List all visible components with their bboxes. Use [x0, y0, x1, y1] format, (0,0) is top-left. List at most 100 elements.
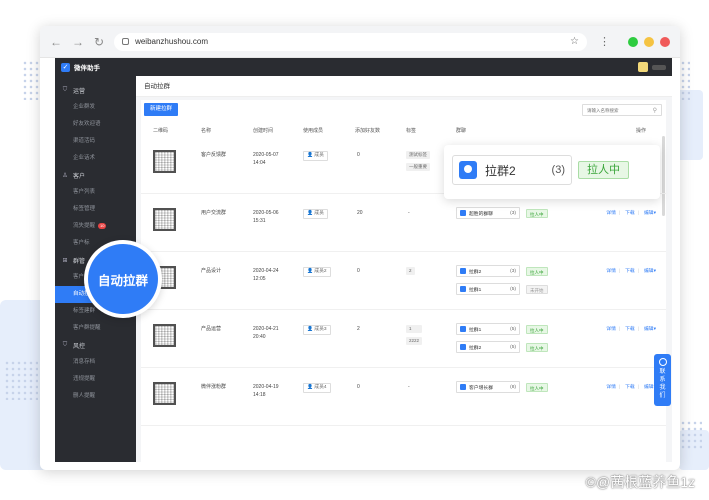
row-created-time: 2020-04-24 12:05: [253, 268, 279, 282]
back-icon[interactable]: ←: [50, 36, 62, 48]
table-row: 微伴涨粉群 2020-04-19 14:18 👤 成员4 0 - 客户增长群 (8) 拉人中 详情…: [141, 369, 666, 426]
reload-icon[interactable]: ↻: [94, 36, 104, 48]
popup-group-count: (3): [551, 164, 565, 176]
url-text: weibanzhushou.com: [135, 37, 208, 46]
magnifier-highlight: 自动拉群: [84, 240, 162, 318]
search-box[interactable]: ⚲: [582, 104, 662, 116]
browser-menu-icon[interactable]: ⋮: [599, 35, 610, 48]
tag-chip: 一般重要: [406, 163, 430, 171]
qr-code-image[interactable]: [153, 324, 176, 347]
member-chip[interactable]: 👤 成员4: [303, 383, 331, 393]
action-link[interactable]: 下载: [625, 269, 635, 274]
group-chat-chip[interactable]: 拉群1 (5): [456, 283, 520, 295]
group-chat-icon: [460, 286, 466, 292]
app-name: 微伴助手: [74, 65, 100, 72]
action-link[interactable]: 详情: [606, 327, 616, 332]
table-header: 使用成员: [303, 128, 324, 134]
sidebar-item-18[interactable]: 删人提醒: [55, 388, 136, 405]
qr-code-image[interactable]: [153, 382, 176, 405]
sidebar-group-15[interactable]: ⛉ 风控: [55, 337, 136, 354]
sidebar-item-17[interactable]: 违规提醒: [55, 371, 136, 388]
status-badge: 拉人中: [526, 342, 548, 352]
table-header: 名称: [201, 128, 212, 134]
traffic-light-yellow[interactable]: [644, 36, 654, 47]
main-content: 自动拉群 新建拉群 ⚲ 二维码 名称 创建时间 使用成员 添加好友数 标签 群聊 操作客户反馈…: [136, 76, 672, 462]
action-link[interactable]: 详情: [606, 269, 616, 274]
app-logo-icon: ✓: [61, 62, 70, 72]
avatar[interactable]: [638, 62, 648, 72]
group-chat-icon: [460, 210, 466, 216]
sidebar-item-7[interactable]: 标签管理: [55, 201, 136, 218]
qr-code-image[interactable]: [153, 208, 176, 231]
action-link[interactable]: 编辑▾: [644, 211, 656, 216]
zoomed-group-popup: 拉群2 (3) 拉人中: [444, 145, 660, 199]
row-actions: 详情 | 下载 | 编辑▾: [606, 327, 656, 332]
table-header: 创建时间: [253, 128, 274, 134]
sidebar-item-14[interactable]: 客户群提醒: [55, 320, 136, 337]
member-chip[interactable]: 👤 成员3: [303, 325, 331, 335]
forward-icon[interactable]: →: [72, 36, 84, 48]
action-link[interactable]: 下载: [625, 211, 635, 216]
contact-us-label: 联系我们: [659, 369, 666, 399]
search-input[interactable]: [587, 107, 653, 113]
group-count: (5): [510, 344, 516, 350]
action-link[interactable]: 编辑▾: [644, 327, 656, 332]
row-actions: 详情 | 下载 | 编辑▾: [606, 211, 656, 216]
status-badge: 拉人中: [526, 208, 548, 218]
sidebar-group-label: 风控: [73, 344, 86, 350]
row-tags: 测试标签 一般重要: [406, 151, 430, 175]
row-created-time: 2020-05-06 15:31: [253, 210, 279, 224]
bookmark-star-icon[interactable]: ☆: [570, 36, 579, 47]
group-chat-icon: [459, 161, 477, 179]
row-friend-count: 0: [357, 384, 360, 390]
table-header: 二维码: [153, 128, 169, 134]
action-link[interactable]: 下载: [625, 385, 635, 390]
tag-chip: 2: [406, 267, 415, 275]
search-icon[interactable]: ⚲: [653, 107, 657, 114]
member-chip[interactable]: 👤 成员2: [303, 267, 331, 277]
sidebar-item-3[interactable]: 渠道活码: [55, 133, 136, 150]
group-chat-chip[interactable]: 拉群1 (5): [456, 323, 520, 335]
sidebar-item-8[interactable]: 流失提醒 10: [55, 218, 136, 235]
qr-code-image[interactable]: [153, 150, 176, 173]
traffic-light-green[interactable]: [628, 36, 638, 47]
new-auto-group-button[interactable]: 新建拉群: [144, 103, 179, 116]
contact-us-button[interactable]: 联系我们: [654, 354, 671, 406]
tag-chip: 1: [406, 325, 423, 333]
group-chat-chip[interactable]: 客户增长群 (8): [456, 381, 520, 393]
table-row: 产品设计 2020-04-24 12:05 👤 成员2 0 2 拉群2 (3) 拉人中 拉群1 (5…: [141, 253, 666, 310]
action-link[interactable]: 详情: [606, 211, 616, 216]
member-chip[interactable]: 👤 成员: [303, 151, 328, 161]
page-title: 自动拉群: [136, 76, 672, 97]
group-chat-chip[interactable]: 拉群2 (3): [456, 265, 520, 277]
group-chat-chip[interactable]: 超胜的群聊 (3): [456, 207, 520, 219]
group-name: 超胜的群聊: [469, 211, 493, 217]
status-badge: 未开始: [526, 284, 548, 294]
sidebar-item-1[interactable]: 企业群发: [55, 99, 136, 116]
action-link[interactable]: 编辑▾: [644, 269, 656, 274]
tag-chip: 测试标签: [406, 151, 430, 159]
member-chip[interactable]: 👤 成员: [303, 209, 328, 219]
action-link[interactable]: 详情: [606, 385, 616, 390]
address-bar[interactable]: weibanzhushou.com ☆: [114, 32, 587, 51]
sidebar-group-0[interactable]: ⛉ 运营: [55, 82, 136, 99]
sidebar-item-4[interactable]: 企业话术: [55, 150, 136, 167]
watermark: ©@茜根蓝养鱼1z: [585, 474, 695, 490]
action-link[interactable]: 下载: [625, 327, 635, 332]
popup-group-box[interactable]: 拉群2 (3): [452, 155, 572, 185]
sidebar-group-5[interactable]: ♙ 客户: [55, 167, 136, 184]
group-name: 客户增长群: [469, 385, 493, 391]
row-name: 客户反馈群: [201, 152, 227, 158]
row-friend-count: 20: [357, 210, 363, 216]
sidebar-item-2[interactable]: 好友欢迎语: [55, 116, 136, 133]
user-name-redacted[interactable]: [652, 64, 666, 70]
traffic-light-red[interactable]: [660, 36, 670, 47]
group-count: (5): [510, 326, 516, 332]
sidebar-item-16[interactable]: 消息存档: [55, 354, 136, 371]
popup-group-name: 拉群2: [485, 163, 516, 178]
sidebar-group-label: 客户: [73, 174, 86, 180]
sidebar-item-6[interactable]: 客户列表: [55, 184, 136, 201]
table-header: 添加好友数: [355, 128, 381, 134]
group-chat-icon: [460, 326, 466, 332]
group-chat-chip[interactable]: 拉群2 (5): [456, 341, 520, 353]
